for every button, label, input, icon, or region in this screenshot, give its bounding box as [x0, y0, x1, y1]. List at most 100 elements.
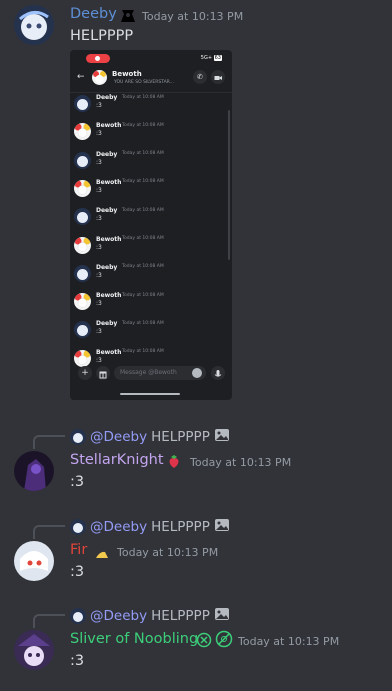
image-icon — [214, 517, 230, 537]
phone-row-username: Bewoth — [96, 292, 122, 300]
username-fir[interactable]: Fir — [70, 542, 87, 558]
emoji-icon[interactable] — [192, 368, 202, 378]
phone-row-timestamp: Today at 10:08 AM — [122, 320, 164, 326]
phone-row-username: Deeby — [96, 94, 118, 101]
phone-row-username: Deeby — [96, 207, 118, 215]
cheese-icon — [95, 545, 109, 564]
microphone-icon[interactable] — [211, 366, 225, 380]
plus-icon[interactable]: + — [78, 366, 92, 380]
avatar-stellarknight[interactable] — [14, 451, 54, 491]
phone-row-text: :3 — [96, 328, 102, 336]
avatar-fir[interactable] — [14, 541, 54, 581]
phone-message-row: Deeby Today at 10:08 AM:3 — [74, 263, 224, 283]
phone-row-avatar — [74, 123, 91, 141]
phone-row-text: :3 — [96, 243, 102, 251]
phone-message-row: Bewoth Today at 10:08 AM :3 — [74, 235, 224, 255]
phone-row-username: Bewoth — [96, 122, 122, 130]
reply-preview[interactable]: @Deeby HELPPPP — [70, 427, 230, 447]
phone-row-avatar — [74, 95, 91, 112]
timestamp: Today at 10:13 PM — [142, 10, 244, 23]
phone-row-avatar — [74, 264, 91, 282]
phone-row-avatar — [74, 179, 91, 197]
home-indicator — [120, 393, 180, 395]
clan-tag-icon — [119, 7, 137, 27]
chat-title: Bewoth — [112, 70, 142, 78]
phone-row-text: :3 — [96, 186, 102, 194]
phone-row-avatar — [74, 236, 91, 254]
reply-preview[interactable]: @Deeby HELPPPP — [70, 606, 230, 626]
phone-row-avatar — [74, 293, 91, 311]
image-icon — [214, 427, 230, 447]
phone-row-username: Deeby — [96, 320, 118, 328]
image-icon — [214, 606, 230, 626]
phone-row-timestamp: Today at 10:08 AM — [122, 349, 164, 355]
phone-chat-header: ← Bewoth YOU ARE SO SILVERSTAR... ✆ — [70, 68, 232, 93]
strawberry-icon — [166, 453, 182, 473]
phone-row-avatar — [74, 151, 91, 169]
phone-row-text: :3 — [96, 300, 102, 308]
chat-subtitle: YOU ARE SO SILVERSTAR... — [114, 80, 174, 85]
record-indicator — [86, 54, 110, 63]
reply-preview[interactable]: @Deeby HELPPPP — [70, 517, 230, 537]
phone-row-text: :3 — [96, 130, 102, 138]
reply-mention[interactable]: @Deeby — [90, 519, 147, 535]
video-icon[interactable] — [211, 70, 225, 84]
reply-mention[interactable]: @Deeby — [90, 608, 147, 624]
reply-text: HELPPPP — [151, 608, 210, 624]
reply-spine — [33, 614, 65, 628]
gift-icon[interactable] — [96, 366, 110, 380]
reply-text: HELPPPP — [151, 429, 210, 445]
bewoth-header-avatar — [92, 70, 107, 85]
timestamp: Today at 10:13 PM — [190, 456, 292, 469]
phone-row-avatar — [74, 321, 91, 339]
phone-message-row: Bewoth Today at 10:08 AM :3 — [74, 348, 224, 368]
phone-message-row: Bewoth Today at 10:08 AM :3 — [74, 121, 224, 141]
no-symbol-icon — [215, 630, 233, 652]
reply-text: HELPPPP — [151, 519, 210, 535]
reply-spine — [33, 525, 65, 539]
reply-avatar — [70, 519, 86, 535]
phone-message-row: Deeby Today at 10:08 AM :3 — [74, 206, 224, 226]
phone-row-text: :3 — [96, 356, 102, 364]
phone-message-row: Deeby Today at 10:08 AM:3 — [74, 150, 224, 170]
phone-status-bar: 5G+ 63 — [70, 50, 232, 66]
phone-row-username: Bewoth — [96, 348, 122, 356]
phone-message-row: Deeby Today at 10:08 AM :3 — [74, 93, 224, 113]
phone-message-row: Deeby Today at 10:08 AM :3 — [74, 319, 224, 339]
phone-row-text: :3 — [96, 215, 102, 223]
message-content: :3 — [70, 564, 85, 580]
image-attachment[interactable]: 5G+ 63 ← Bewoth YOU ARE SO SILVERSTAR...… — [70, 50, 232, 400]
username-stellarknight[interactable]: StellarKnight — [70, 452, 164, 468]
phone-message-row: Bewoth Today at 10:08 AM:3 — [74, 178, 224, 198]
phone-row-text: :3 — [96, 271, 102, 279]
avatar-deeby[interactable] — [14, 5, 54, 45]
phone-row-username: Deeby — [96, 150, 118, 158]
message-content: :3 — [70, 653, 85, 669]
phone-row-timestamp: Today at 10:08 AM — [122, 122, 164, 128]
phone-row-text: :3 — [96, 158, 102, 166]
phone-row-timestamp: Today at 10:08 AM — [122, 207, 164, 213]
cancel-circle-icon — [196, 632, 212, 652]
phone-row-text: :3 — [96, 102, 102, 109]
phone-row-username: Bewoth — [96, 235, 122, 243]
username-sliver-of-noobling[interactable]: Sliver of Noobling — [70, 631, 198, 647]
phone-row-timestamp: Today at 10:08 AM — [122, 236, 164, 241]
avatar-sliver-of-noobling[interactable] — [14, 630, 54, 670]
username-deeby[interactable]: Deeby — [70, 6, 117, 22]
deeby-avatar-image — [14, 5, 54, 45]
phone-row-username: Deeby — [96, 263, 118, 271]
phone-row-timestamp: Today at 10:08 AM — [122, 179, 164, 185]
message-content: HELPPPP — [70, 28, 134, 44]
back-arrow-icon[interactable]: ← — [77, 72, 85, 82]
phone-row-timestamp: Today at 10:08 AM — [122, 292, 164, 298]
phone-row-timestamp: Today at 10:08 AM — [122, 94, 164, 100]
call-icon[interactable]: ✆ — [193, 70, 207, 84]
signal-text: 5G+ 63 — [201, 55, 222, 61]
phone-row-avatar — [74, 349, 91, 367]
reply-avatar — [70, 608, 86, 624]
network-label: 5G+ — [200, 55, 213, 61]
phone-scrollbar — [228, 110, 230, 260]
reply-mention[interactable]: @Deeby — [90, 429, 147, 445]
reply-spine — [33, 435, 65, 449]
message-content: :3 — [70, 474, 85, 490]
